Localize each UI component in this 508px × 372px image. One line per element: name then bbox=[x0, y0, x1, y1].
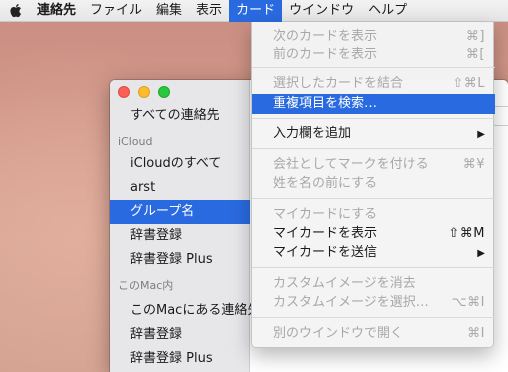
menu-item-open-in-new-window[interactable]: 別のウインドウで開く ⌘I bbox=[252, 324, 495, 344]
menu-item-label: カスタムイメージを消去 bbox=[273, 276, 416, 291]
menu-separator bbox=[252, 198, 495, 199]
menu-card[interactable]: カード bbox=[229, 0, 283, 22]
zoom-button[interactable] bbox=[158, 86, 170, 98]
menu-item-choose-custom-image[interactable]: カスタムイメージを選択… ⌥⌘I bbox=[252, 293, 495, 313]
submenu-arrow-icon: ▶ bbox=[477, 129, 485, 140]
menu-item-previous-card[interactable]: 前のカードを表示 ⌘[ bbox=[252, 45, 495, 65]
menu-item-label: 姓を名の前にする bbox=[273, 176, 378, 191]
sidebar-item-dictionary-plus[interactable]: 辞書登録 Plus bbox=[110, 248, 250, 272]
sidebar-header-on-my-mac: このMac内 bbox=[118, 279, 174, 292]
menu-item-last-name-first[interactable]: 姓を名の前にする bbox=[252, 174, 495, 194]
menu-separator bbox=[252, 67, 495, 68]
menu-item-add-field[interactable]: 入力欄を追加 ▶ bbox=[252, 124, 495, 144]
close-button[interactable] bbox=[118, 86, 130, 98]
shortcut-label: ⌘I bbox=[467, 326, 485, 341]
shortcut-label: ⇧⌘M bbox=[448, 226, 485, 241]
sidebar-header-icloud: iCloud bbox=[118, 135, 153, 148]
menu-item-label: 別のウインドウで開く bbox=[273, 326, 404, 341]
sidebar-item-mac-contacts[interactable]: このMacにある連絡先 bbox=[110, 299, 260, 323]
menu-separator bbox=[252, 267, 495, 268]
menu-item-find-duplicates[interactable]: 重複項目を検索… bbox=[252, 94, 495, 114]
groups-sidebar: すべての連絡先 iCloud iCloudのすべて arst グループ名 辞書登… bbox=[110, 80, 260, 372]
submenu-arrow-icon: ▶ bbox=[477, 248, 485, 259]
menu-separator bbox=[252, 148, 495, 149]
menu-item-label: マイカードを表示 bbox=[273, 226, 378, 241]
menu-help[interactable]: ヘルプ bbox=[361, 0, 414, 22]
sidebar-item-icloud-all[interactable]: iCloudのすべて bbox=[110, 152, 250, 176]
shortcut-label: ⌘[ bbox=[465, 47, 485, 62]
shortcut-label: ⇧⌘L bbox=[452, 76, 485, 91]
menu-item-label: 入力欄を追加 bbox=[273, 126, 352, 141]
sidebar-item-arst[interactable]: arst bbox=[110, 176, 250, 200]
menu-item-label: 重複項目を検索… bbox=[273, 96, 378, 111]
apple-menu[interactable] bbox=[0, 3, 30, 18]
menu-item-go-to-my-card[interactable]: マイカードを表示 ⇧⌘M bbox=[252, 224, 495, 244]
menu-item-make-my-card[interactable]: マイカードにする bbox=[252, 205, 495, 225]
menu-item-label: 会社としてマークを付ける bbox=[273, 157, 429, 172]
shortcut-label: ⌘] bbox=[465, 29, 485, 44]
menu-item-share-my-card[interactable]: マイカードを送信 ▶ bbox=[252, 243, 495, 263]
menu-item-label: カスタムイメージを選択… bbox=[273, 295, 429, 310]
sidebar-item-all-contacts[interactable]: すべての連絡先 bbox=[110, 104, 250, 128]
menu-edit[interactable]: 編集 bbox=[149, 0, 189, 22]
window-controls bbox=[118, 86, 170, 98]
menu-item-label: 次のカードを表示 bbox=[273, 29, 378, 44]
menu-item-next-card[interactable]: 次のカードを表示 ⌘] bbox=[252, 27, 495, 47]
menu-item-label: 前のカードを表示 bbox=[273, 47, 378, 62]
sidebar-item-mac-dictionary[interactable]: 辞書登録 bbox=[110, 323, 250, 347]
menu-bar: 連絡先 ファイル 編集 表示 カード ウインドウ ヘルプ bbox=[0, 0, 508, 22]
menu-window[interactable]: ウインドウ bbox=[282, 0, 361, 22]
menu-item-label: マイカードにする bbox=[273, 207, 378, 222]
menu-item-clear-custom-image[interactable]: カスタムイメージを消去 bbox=[252, 274, 495, 294]
menu-separator bbox=[252, 317, 495, 318]
menu-view[interactable]: 表示 bbox=[189, 0, 229, 22]
menu-item-label: マイカードを送信 bbox=[273, 245, 378, 260]
menu-item-mark-as-company[interactable]: 会社としてマークを付ける ⌘¥ bbox=[252, 155, 495, 175]
card-menu: 次のカードを表示 ⌘] 前のカードを表示 ⌘[ 選択したカードを結合 ⇧⌘L 重… bbox=[251, 22, 495, 348]
sidebar-item-group-name[interactable]: グループ名 bbox=[110, 200, 250, 224]
menu-item-label: 選択したカードを結合 bbox=[273, 76, 404, 91]
sidebar-item-dictionary[interactable]: 辞書登録 bbox=[110, 224, 250, 248]
apple-icon bbox=[9, 3, 21, 18]
shortcut-label: ⌘¥ bbox=[462, 157, 485, 172]
shortcut-label: ⌥⌘I bbox=[451, 295, 485, 310]
menu-item-merge-cards[interactable]: 選択したカードを結合 ⇧⌘L bbox=[252, 74, 495, 94]
menu-file[interactable]: ファイル bbox=[83, 0, 149, 22]
menu-separator bbox=[252, 118, 495, 119]
minimize-button[interactable] bbox=[138, 86, 150, 98]
menu-contacts[interactable]: 連絡先 bbox=[30, 0, 83, 22]
sidebar-item-mac-dictionary-plus[interactable]: 辞書登録 Plus bbox=[110, 347, 250, 371]
